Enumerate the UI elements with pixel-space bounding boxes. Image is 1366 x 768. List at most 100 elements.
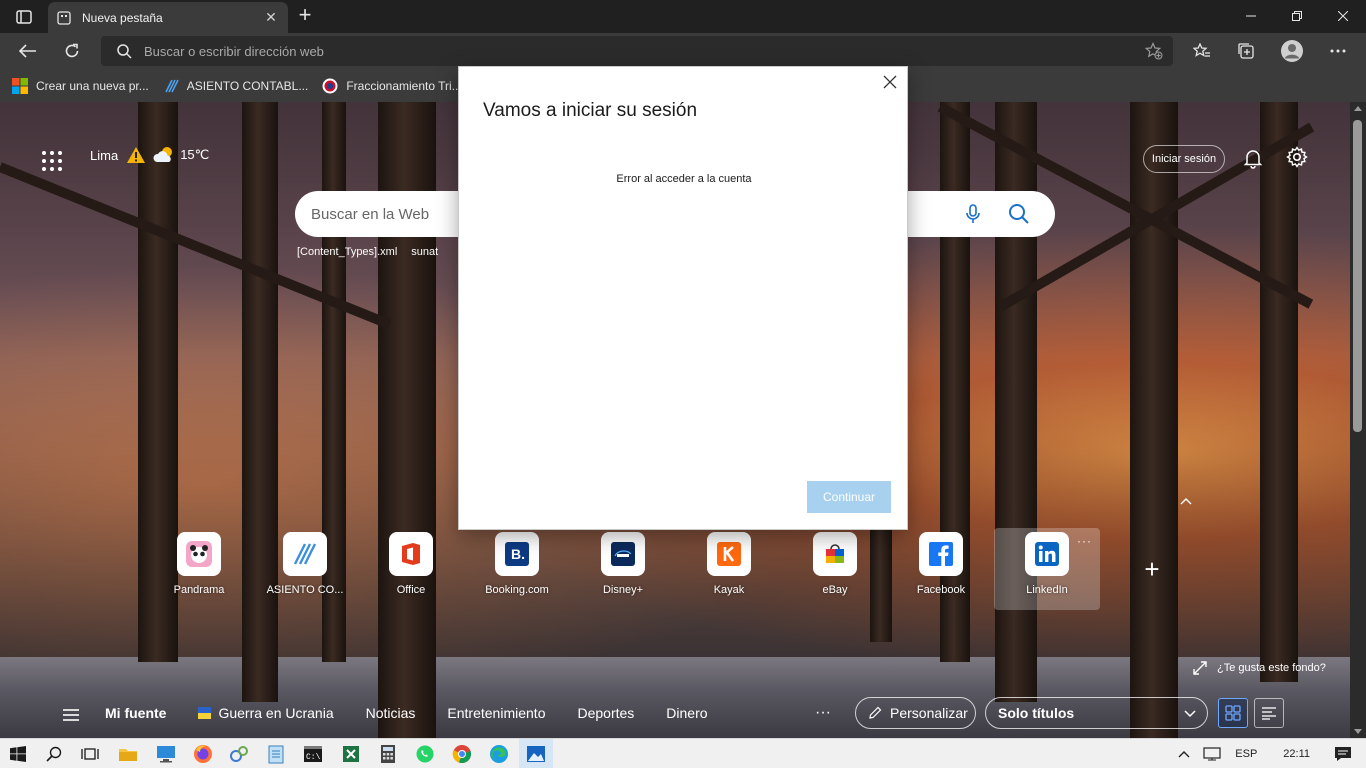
restore-icon[interactable]: [1274, 0, 1320, 32]
list-view-button[interactable]: [1254, 698, 1284, 728]
tab-noticias[interactable]: Noticias: [366, 705, 416, 721]
grid-view-button[interactable]: [1218, 698, 1248, 728]
recent-search-item[interactable]: [Content_Types].xml: [297, 246, 397, 258]
window-controls: [1228, 0, 1366, 32]
task-view-icon[interactable]: [79, 743, 101, 765]
quick-link-booking[interactable]: B. Booking.com: [464, 528, 570, 610]
chrome-icon[interactable]: [451, 743, 473, 765]
firefox-icon[interactable]: [192, 743, 214, 765]
back-icon[interactable]: [13, 37, 43, 65]
scroll-thumb[interactable]: [1353, 120, 1362, 432]
page-scrollbar[interactable]: [1350, 102, 1366, 738]
address-bar[interactable]: [101, 36, 1173, 66]
signin-dialog: Vamos a iniciar su sesión Error al acced…: [458, 66, 908, 530]
show-hidden-icons-chevron-icon[interactable]: [1177, 749, 1191, 759]
profile-avatar-icon[interactable]: [1277, 37, 1307, 65]
background-pillar: [1130, 102, 1178, 738]
dialog-close-icon[interactable]: [881, 73, 899, 91]
office-icon: [389, 532, 433, 576]
background-feedback[interactable]: ¿Te gusta este fondo?: [1193, 661, 1326, 675]
tab-deportes[interactable]: Deportes: [577, 705, 634, 721]
quick-link-pandrama[interactable]: Pandrama: [146, 528, 252, 610]
edge-icon[interactable]: [488, 743, 510, 765]
recent-search-item[interactable]: sunat: [411, 246, 438, 258]
file-explorer-icon[interactable]: [117, 743, 139, 765]
quick-link-ebay[interactable]: eBay: [782, 528, 888, 610]
command-prompt-icon[interactable]: C:\: [302, 743, 324, 765]
close-tab-icon[interactable]: ✕: [262, 9, 280, 26]
weather-temperature: 15℃: [180, 147, 210, 162]
weather-widget[interactable]: Lima 15℃: [90, 146, 217, 164]
quick-link-asiento[interactable]: ASIENTO CO...: [252, 528, 358, 610]
network-icon[interactable]: [1203, 747, 1221, 761]
page-settings-gear-icon[interactable]: [1286, 146, 1308, 168]
tab-actions-button[interactable]: [8, 6, 40, 28]
quick-links: Pandrama ASIENTO CO... Office B. Booking…: [146, 528, 1180, 610]
tab-mi-fuente[interactable]: Mi fuente: [105, 705, 166, 721]
refresh-icon[interactable]: [57, 37, 87, 65]
quick-link-disney[interactable]: Disney+: [570, 528, 676, 610]
sunat-logo-icon: [322, 78, 338, 93]
feed-more-button[interactable]: ···: [815, 704, 831, 722]
tab-new-tab[interactable]: Nueva pestaña ✕: [48, 2, 288, 33]
facebook-icon: [919, 532, 963, 576]
collections-icon[interactable]: [1231, 37, 1261, 65]
hamburger-menu-icon[interactable]: [62, 708, 80, 722]
notifications-bell-icon[interactable]: [1242, 147, 1264, 169]
quick-link-office[interactable]: Office: [358, 528, 464, 610]
personalize-button[interactable]: Personalizar: [855, 697, 976, 729]
whatsapp-icon[interactable]: [414, 743, 436, 765]
continue-button[interactable]: Continuar: [807, 481, 891, 513]
expand-icon: [1193, 661, 1207, 675]
calculator-icon[interactable]: [377, 743, 399, 765]
kayak-icon: [707, 532, 751, 576]
notepad-icon[interactable]: [265, 743, 287, 765]
bookmark-label: ASIENTO CONTABL...: [186, 78, 309, 93]
tile-more-options-icon[interactable]: ···: [1077, 534, 1092, 548]
svg-text:B.: B.: [511, 546, 525, 562]
search-submit-icon[interactable]: [1007, 202, 1031, 226]
tab-dinero[interactable]: Dinero: [666, 705, 707, 721]
pencil-icon: [869, 706, 882, 719]
list-view-icon: [1262, 707, 1276, 720]
this-pc-icon[interactable]: [155, 743, 177, 765]
quick-link-label: Facebook: [916, 584, 966, 596]
clock-time[interactable]: 22:11: [1283, 748, 1310, 760]
add-favorite-icon[interactable]: [1145, 42, 1163, 60]
new-tab-button[interactable]: +: [294, 4, 316, 27]
layout-select[interactable]: Solo títulos: [985, 697, 1208, 729]
notification-center-icon[interactable]: [1334, 746, 1352, 762]
settings-menu-icon[interactable]: [1323, 37, 1353, 65]
bookmark-fraccionamiento[interactable]: Fraccionamiento Tri...: [322, 78, 462, 94]
system-tray: ESP 22:11: [1177, 739, 1366, 768]
chevron-up-icon[interactable]: [1178, 495, 1194, 507]
address-input[interactable]: [144, 43, 1104, 59]
feed-tabs: Mi fuente Guerra en Ucrania Noticias Ent…: [105, 705, 740, 721]
bookmark-crear-nueva[interactable]: Crear una nueva pr...: [12, 77, 149, 94]
bookmark-asiento-contable[interactable]: ASIENTO CONTABL...: [163, 78, 309, 94]
booking-icon: B.: [495, 532, 539, 576]
tab-strip: Nueva pestaña ✕ +: [0, 0, 1366, 33]
tab-entretenimiento[interactable]: Entretenimiento: [447, 705, 545, 721]
quick-link-linkedin[interactable]: LinkedIn ···: [994, 528, 1100, 610]
quick-link-facebook[interactable]: Facebook: [888, 528, 994, 610]
search-taskbar-icon[interactable]: [43, 743, 65, 765]
add-quick-link-button[interactable]: +: [1140, 556, 1164, 582]
photos-app-icon[interactable]: [525, 743, 547, 765]
favorites-icon[interactable]: [1187, 37, 1217, 65]
start-windows-icon[interactable]: [7, 743, 29, 765]
app-gears-icon[interactable]: [228, 743, 250, 765]
minimize-icon[interactable]: [1228, 0, 1274, 32]
scroll-down-icon[interactable]: [1354, 729, 1362, 734]
quick-link-kayak[interactable]: Kayak: [676, 528, 782, 610]
input-language[interactable]: ESP: [1235, 748, 1257, 760]
app-launcher-icon[interactable]: [40, 149, 64, 173]
bookmark-label: Fraccionamiento Tri...: [346, 78, 462, 93]
signin-button[interactable]: Iniciar sesión: [1143, 145, 1225, 173]
microphone-icon[interactable]: [961, 202, 985, 226]
close-window-icon[interactable]: [1320, 0, 1366, 32]
scroll-up-icon[interactable]: [1354, 106, 1362, 111]
warning-icon: [127, 147, 146, 163]
excel-icon[interactable]: [340, 743, 362, 765]
tab-guerra-en-ucrania[interactable]: Guerra en Ucrania: [198, 705, 334, 721]
